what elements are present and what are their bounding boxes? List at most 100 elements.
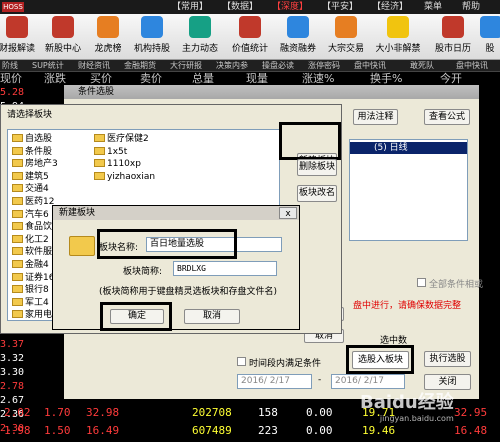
- block-list-item[interactable]: 1x5t: [94, 146, 127, 159]
- block-list-item[interactable]: 证券16: [12, 272, 54, 285]
- toolbar-calendar[interactable]: 股市日历: [428, 16, 478, 58]
- toolbar-margin[interactable]: 融资融券: [274, 16, 322, 58]
- new-block-titlebar[interactable]: 新建板块 x: [53, 206, 299, 220]
- tab-decision[interactable]: 决策内参: [216, 60, 248, 72]
- block-short-name-input[interactable]: BRDLXG: [173, 261, 277, 276]
- folder-icon: [12, 134, 23, 142]
- tab-futures[interactable]: 金融期货: [124, 60, 156, 72]
- block-list-item-label: 汽车6: [25, 209, 49, 220]
- cancel-button[interactable]: 取消: [184, 309, 240, 324]
- menu-bar: HOSS 【常用】 【数据】 【深度】 【平安】 【经济】 菜单 帮助: [0, 0, 500, 14]
- usage-notes-button[interactable]: 用法注释: [353, 109, 398, 125]
- menu-item-economy[interactable]: 【经济】: [372, 0, 408, 14]
- block-list-item[interactable]: 银行8: [12, 284, 49, 297]
- time-range-label: 时间段内满足条件: [249, 359, 322, 369]
- menu-item-depth[interactable]: 【深度】: [272, 0, 308, 14]
- watermark-brand: Baidu经验: [360, 392, 454, 413]
- highlight-frame: [279, 122, 341, 160]
- highlight-frame: [346, 345, 414, 374]
- folder-icon: [12, 209, 23, 218]
- toolbar-more[interactable]: 股: [480, 16, 500, 58]
- tab-limit-code[interactable]: 涨停密码: [308, 60, 340, 72]
- highlight-frame: [100, 302, 172, 331]
- table-row[interactable]: 1.98 1.50 16.49 607489 223 0.00 19.46 16…: [0, 422, 500, 440]
- block-list-item[interactable]: 医疗保健2: [94, 133, 149, 146]
- folder-icon: [69, 236, 95, 256]
- watermark-url: jingyan.baidu.com: [379, 414, 454, 423]
- date-from-field[interactable]: 2016/ 2/17: [237, 374, 312, 389]
- block-list-item[interactable]: 1110xp: [94, 158, 141, 171]
- toolbar-institution[interactable]: 机构持股: [128, 16, 176, 58]
- view-formula-button[interactable]: 查看公式: [424, 109, 470, 125]
- tab-research[interactable]: 大行研报: [170, 60, 202, 72]
- block-list-item-label: 建筑5: [25, 171, 49, 182]
- tab-finance-news[interactable]: 财经资讯: [78, 60, 110, 72]
- menu-item-pingan[interactable]: 【平安】: [322, 0, 358, 14]
- menu-item-data[interactable]: 【数据】: [222, 0, 258, 14]
- block-list-item[interactable]: 金融4: [12, 259, 49, 272]
- new-block-title: 新建板块: [59, 208, 96, 218]
- tab-sup-stats[interactable]: SUP统计: [32, 60, 64, 72]
- toolbar: 财报解读 新股中心 龙虎榜 机构持股 主力动态 价值统计 融资融券 大宗交易 大…: [0, 14, 500, 60]
- block-list-item[interactable]: 交通4: [12, 183, 49, 196]
- folder-icon: [12, 285, 23, 294]
- block-list-item[interactable]: 条件股: [12, 146, 52, 159]
- toolbar-value-stats[interactable]: 价值统计: [226, 16, 274, 58]
- cycle-list[interactable]: (5) 日线: [349, 139, 468, 241]
- block-list-item[interactable]: 军工4: [12, 297, 49, 310]
- conditional-select-titlebar[interactable]: 条件选股: [64, 85, 479, 99]
- toolbar-block-trade[interactable]: 大宗交易: [322, 16, 370, 58]
- tab-must-read[interactable]: 操盘必读: [262, 60, 294, 72]
- rename-block-button[interactable]: 板块改名: [297, 185, 337, 202]
- info-tab-row: 阶线 SUP统计 财经资讯 金融期货 大行研报 决策内参 操盘必读 涨停密码 盘…: [0, 60, 500, 72]
- toolbar-financial-report[interactable]: 财报解读: [0, 16, 42, 58]
- block-list-item-label: 房地产3: [25, 159, 58, 170]
- block-list-item-label: yizhaoxian: [107, 171, 156, 182]
- delete-block-button[interactable]: 删除板块: [297, 159, 337, 176]
- report-icon: [6, 16, 28, 38]
- tab-live-news-2[interactable]: 盘中快讯: [456, 60, 488, 72]
- left-price-value: 3.32: [0, 353, 25, 364]
- tab-dare-team[interactable]: 敢死队: [410, 60, 434, 72]
- folder-icon: [94, 134, 105, 142]
- folder-icon: [94, 146, 105, 155]
- column-price[interactable]: 现价: [0, 72, 22, 86]
- menu-item-help[interactable]: 帮助: [462, 0, 480, 14]
- status-warning: 盘中进行，请确保数据完整: [353, 301, 462, 311]
- execute-select-button[interactable]: 执行选股: [424, 351, 471, 367]
- folder-icon: [94, 171, 105, 180]
- block-list-item[interactable]: 建筑5: [12, 171, 49, 184]
- menu-item-menu[interactable]: 菜单: [424, 0, 442, 14]
- block-list-item[interactable]: yizhaoxian: [94, 171, 155, 184]
- tab-live-news[interactable]: 盘中快讯: [354, 60, 386, 72]
- block-list-item-label: 金融4: [25, 260, 49, 270]
- date-to-field[interactable]: 2016/ 2/17: [331, 374, 405, 389]
- block-list-item-label: 条件股: [25, 146, 53, 157]
- folder-icon: [12, 297, 23, 306]
- block-picker-title: 请选择板块: [7, 110, 53, 120]
- toolbar-new-stock[interactable]: 新股中心: [38, 16, 88, 58]
- toolbar-main-force[interactable]: 主力动态: [176, 16, 224, 58]
- or-all-conditions-checkbox[interactable]: [417, 278, 426, 287]
- close-icon[interactable]: x: [279, 207, 297, 219]
- block-list-item-label: 1x5t: [107, 146, 128, 157]
- menu-item-common[interactable]: 【常用】: [172, 0, 208, 14]
- tab-stage[interactable]: 阶线: [2, 60, 18, 72]
- time-range-checkbox[interactable]: [237, 357, 246, 366]
- cycle-selected-item[interactable]: (5) 日线: [350, 142, 467, 154]
- bar-chart-icon: [141, 16, 163, 38]
- block-list-item[interactable]: 医药12: [12, 196, 54, 209]
- left-price-value: 3.30: [0, 367, 25, 378]
- block-list-item[interactable]: 汽车6: [12, 209, 49, 222]
- block-list-item[interactable]: 自选股: [12, 133, 52, 146]
- block-list-item-label: 军工4: [25, 297, 49, 308]
- toolbar-dragon-tiger[interactable]: 龙虎榜: [86, 16, 130, 58]
- dragon-tiger-icon: [97, 16, 119, 38]
- left-price-value: 5.28: [0, 87, 25, 98]
- block-list-item[interactable]: 房地产3: [12, 158, 58, 171]
- folder-icon: [12, 260, 23, 268]
- block-list-item[interactable]: 化工2: [12, 234, 49, 247]
- block-list-item-label: 交通4: [25, 184, 49, 195]
- toolbar-unlock[interactable]: 大小非解禁: [370, 16, 426, 58]
- folder-icon: [12, 234, 23, 243]
